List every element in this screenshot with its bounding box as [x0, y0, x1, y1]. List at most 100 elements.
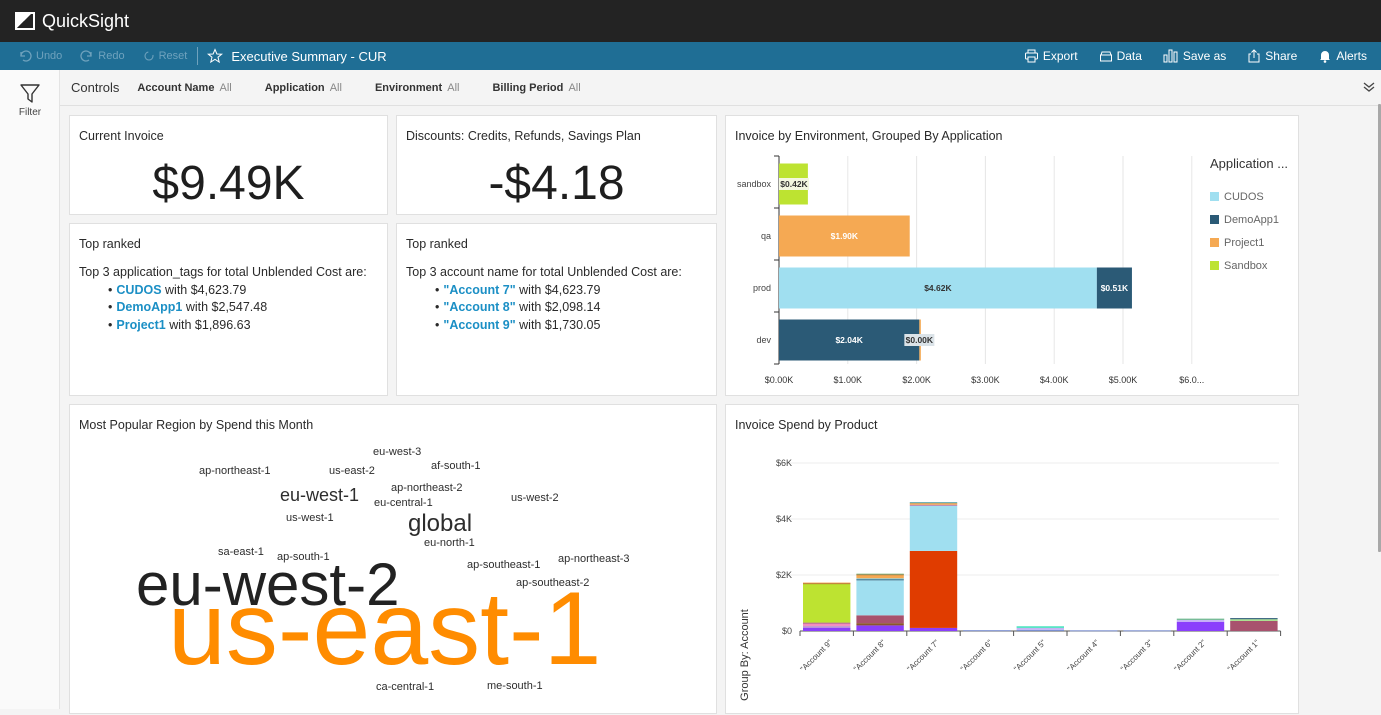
chart-legend: Application ... CUDOS DemoApp1 Project1 San…: [1210, 156, 1288, 277]
bar-segment[interactable]: [803, 625, 851, 628]
bar-segment[interactable]: [1230, 619, 1278, 621]
legend-swatch: [1210, 192, 1219, 201]
wordcloud-word[interactable]: global: [408, 512, 472, 536]
ranked-value: with $1,896.63: [165, 317, 251, 332]
wordcloud-word[interactable]: eu-west-1: [280, 486, 359, 504]
filter-button[interactable]: Filter: [13, 82, 47, 118]
bar-segment[interactable]: [909, 505, 958, 551]
bar-segment[interactable]: [909, 550, 958, 628]
control-environment[interactable]: Environment All: [375, 82, 460, 94]
ranked-link[interactable]: "Account 9": [443, 318, 515, 332]
wordcloud-word[interactable]: us-west-2: [511, 493, 559, 504]
control-billing-period[interactable]: Billing Period All: [492, 82, 580, 94]
bar-segment[interactable]: [1123, 630, 1171, 632]
ranked-link[interactable]: Project1: [116, 318, 165, 332]
wordcloud-word[interactable]: us-west-1: [286, 513, 334, 524]
invoice-spend-by-product-card[interactable]: Invoice Spend by Product $0 $2K $4K $6K "Acc…: [725, 404, 1299, 714]
bar-segment[interactable]: [963, 630, 1011, 632]
bar-segment[interactable]: [856, 579, 904, 581]
bar-segment[interactable]: [1176, 618, 1225, 620]
kpi-value: -$4.18: [488, 157, 625, 210]
share-button[interactable]: Share: [1247, 49, 1297, 63]
redo-button[interactable]: Redo: [80, 49, 125, 63]
bar-segment[interactable]: [909, 502, 958, 504]
wordcloud-word[interactable]: ap-northeast-3: [558, 554, 630, 565]
bar-segment[interactable]: [909, 504, 958, 506]
bell-icon: [1320, 51, 1331, 63]
undo-button[interactable]: Undo: [18, 49, 62, 63]
bar-segment[interactable]: [803, 623, 851, 626]
current-invoice-card[interactable]: Current Invoice $9.49K: [69, 115, 388, 215]
export-button[interactable]: Export: [1024, 49, 1078, 63]
wordcloud-word[interactable]: eu-west-3: [373, 447, 421, 458]
bar-segment[interactable]: [1016, 626, 1064, 628]
top-applications-card[interactable]: Top ranked Top 3 application_tags for to…: [69, 223, 388, 396]
data-label: $0.42K: [780, 179, 808, 189]
bar-segment[interactable]: [1016, 627, 1064, 630]
control-application[interactable]: Application All: [265, 82, 342, 94]
bar-segment[interactable]: [856, 575, 904, 579]
bar-segment[interactable]: [1070, 630, 1118, 632]
x-tick-label: $6.0...: [1179, 375, 1204, 385]
ranked-link[interactable]: "Account 7": [443, 283, 515, 297]
bar-segment[interactable]: [1176, 619, 1225, 622]
wordcloud-word[interactable]: eu-north-1: [424, 538, 475, 549]
wordcloud-word[interactable]: us-east-2: [329, 466, 375, 477]
ranked-link[interactable]: DemoApp1: [116, 300, 182, 314]
region-wordcloud-card[interactable]: Most Popular Region by Spend this Month …: [69, 404, 717, 714]
top-accounts-card[interactable]: Top ranked Top 3 account name for total …: [396, 223, 717, 396]
legend-item-project1[interactable]: Project1: [1210, 231, 1288, 254]
bar-segment[interactable]: [803, 582, 851, 584]
data-button[interactable]: Data: [1099, 49, 1142, 63]
alerts-button[interactable]: Alerts: [1318, 49, 1367, 63]
bar-segment[interactable]: [856, 615, 904, 624]
x-tick-label: "Account 7": [905, 638, 941, 674]
y-tick-label: $6K: [776, 458, 792, 468]
discounts-card[interactable]: Discounts: Credits, Refunds, Savings Pla…: [396, 115, 717, 215]
reset-button[interactable]: Reset: [143, 50, 187, 62]
legend-item-sandbox[interactable]: Sandbox: [1210, 254, 1288, 277]
x-tick-label: "Account 5": [1012, 638, 1048, 674]
ranked-intro: Top 3 account name for total Unblended C…: [406, 265, 682, 279]
save-as-button[interactable]: Save as: [1163, 49, 1226, 63]
bar-segment[interactable]: [856, 623, 904, 626]
bar-segment[interactable]: [909, 503, 958, 505]
ranked-link[interactable]: CUDOS: [116, 283, 161, 297]
legend-item-cudos[interactable]: CUDOS: [1210, 185, 1288, 208]
bar-segment[interactable]: [1230, 620, 1278, 631]
bar-segment[interactable]: [803, 583, 851, 623]
wordcloud-word[interactable]: eu-central-1: [374, 498, 433, 509]
wordcloud-word[interactable]: us-east-1: [168, 577, 602, 681]
wordcloud-word[interactable]: me-south-1: [487, 681, 543, 692]
bar-segment[interactable]: [909, 627, 958, 631]
wordcloud-word[interactable]: ap-northeast-2: [391, 483, 463, 494]
y-tick-label: qa: [761, 231, 771, 241]
y-tick-label: $4K: [776, 514, 792, 524]
list-item: "Account 8" with $2,098.14: [435, 299, 682, 317]
wordcloud-word[interactable]: af-south-1: [431, 461, 481, 472]
bar-segment[interactable]: [803, 622, 851, 624]
ranked-link[interactable]: "Account 8": [443, 300, 515, 314]
bar-segment[interactable]: [856, 580, 904, 616]
wordcloud-word[interactable]: ap-southeast-1: [467, 560, 540, 571]
invoice-by-environment-card[interactable]: Invoice by Environment, Grouped By Appli…: [725, 115, 1299, 396]
expand-controls-button[interactable]: [1363, 81, 1375, 96]
bar-segment[interactable]: [1176, 621, 1225, 631]
data-label: $0.00K: [906, 335, 934, 345]
x-tick-label: "Account 9": [799, 638, 835, 674]
bar-segment[interactable]: [856, 625, 904, 631]
data-label: $2.04K: [835, 335, 863, 345]
bar-segment[interactable]: [803, 627, 851, 631]
wordcloud-word[interactable]: ap-northeast-1: [199, 466, 271, 477]
bar-segment[interactable]: [1230, 618, 1278, 620]
control-account-name[interactable]: Account Name All: [137, 82, 231, 94]
bar-segment[interactable]: [856, 578, 904, 580]
x-tick-label: "Account 8": [852, 638, 888, 674]
legend-item-demoapp1[interactable]: DemoApp1: [1210, 208, 1288, 231]
list-item: CUDOS with $4,623.79: [108, 282, 367, 300]
bar-segment[interactable]: [856, 573, 904, 575]
favorite-star-icon[interactable]: [207, 48, 224, 64]
x-tick-label: "Account 3": [1119, 638, 1155, 674]
bar-segment[interactable]: [1016, 629, 1064, 631]
wordcloud-word[interactable]: ca-central-1: [376, 682, 434, 693]
